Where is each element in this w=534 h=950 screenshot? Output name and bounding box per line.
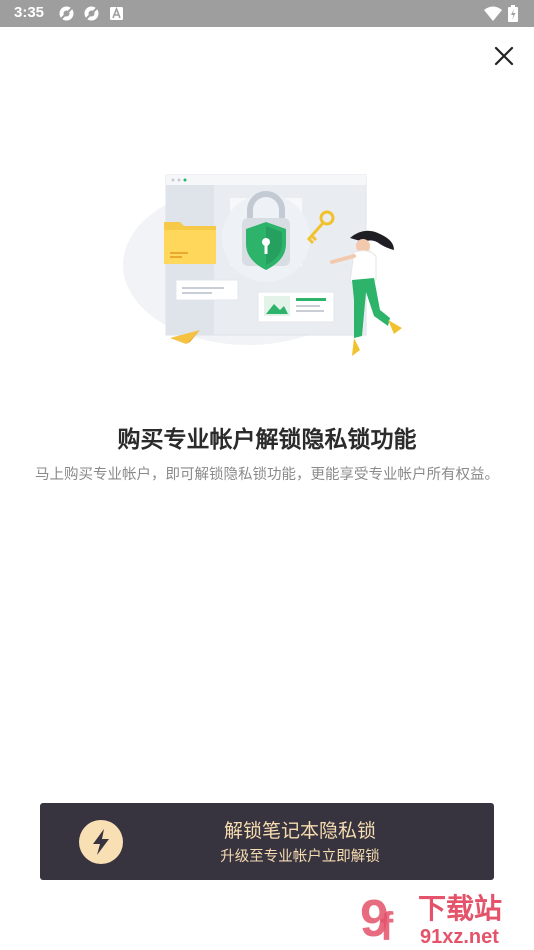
cta-title: 解锁笔记本隐私锁 — [223, 820, 376, 842]
privacy-lock-illustration — [123, 174, 402, 356]
sync-icon — [84, 6, 99, 21]
status-bar: 3:35 — [0, 0, 534, 27]
status-time: 3:35 — [14, 4, 45, 21]
text-app-icon — [110, 7, 123, 20]
unlock-privacy-lock-button[interactable]: 解锁笔记本隐私锁 升级至专业帐户立即解锁 — [40, 803, 494, 880]
watermark-brand: 下载站 — [418, 892, 502, 925]
cta-subtitle: 升级至专业帐户立即解锁 — [220, 849, 380, 865]
sync-icon — [59, 6, 74, 21]
page-description: 马上购买专业帐户，即可解锁隐私锁功能，更能享受专业帐户所有权益。 — [35, 467, 499, 483]
close-icon[interactable] — [492, 44, 516, 68]
site-watermark: 9 f 下载站 91xz.net — [360, 890, 502, 948]
svg-text:f: f — [380, 905, 394, 948]
page-title: 购买专业帐户解锁隐私锁功能 — [117, 427, 417, 453]
watermark-site: 91xz.net — [420, 926, 499, 948]
battery-icon — [508, 5, 518, 22]
wifi-icon — [484, 6, 502, 21]
